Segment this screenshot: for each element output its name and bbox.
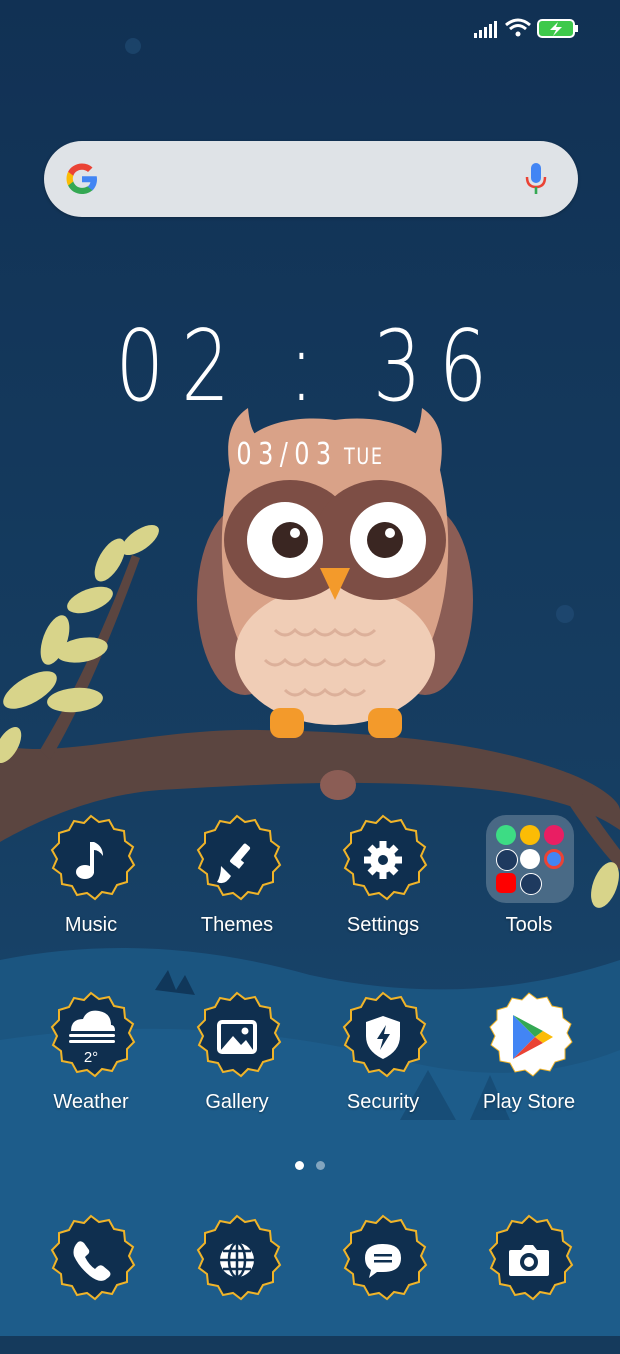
google-logo (66, 163, 97, 194)
app-security[interactable]: Security (310, 991, 456, 1131)
app-gallery[interactable]: Gallery (164, 991, 310, 1131)
app-play-store[interactable]: Play Store (456, 991, 602, 1131)
gallery-badge (197, 992, 281, 1077)
weather-badge (51, 992, 135, 1077)
security-badge (343, 992, 427, 1077)
battery-charging-icon (537, 19, 578, 38)
mic-icon[interactable] (524, 161, 548, 197)
app-label: Themes (200, 914, 274, 936)
app-themes[interactable]: Themes (164, 814, 310, 954)
app-label: Security (346, 1091, 420, 1113)
weather-temp: 2° (83, 1049, 99, 1066)
app-weather[interactable]: 2° Weather (18, 991, 164, 1131)
app-label: Tools (505, 914, 553, 936)
camera-badge (489, 1215, 573, 1300)
dock-phone[interactable] (18, 1214, 164, 1354)
messages-badge (343, 1215, 427, 1300)
date-value: 03/03 (236, 437, 338, 472)
app-label: Play Store (482, 1091, 576, 1113)
globe-icon (220, 1241, 254, 1279)
play-store-badge (489, 992, 573, 1077)
google-search-bar[interactable] (44, 141, 578, 217)
app-tools-folder[interactable]: Tools (456, 814, 602, 954)
browser-badge (197, 1215, 281, 1300)
app-settings[interactable]: Settings (310, 814, 456, 954)
signal-icon (474, 21, 497, 38)
clock-time[interactable]: 02 : 36 (68, 318, 552, 416)
music-badge (51, 815, 135, 900)
dock-camera[interactable] (456, 1214, 602, 1354)
dock-messages[interactable] (310, 1214, 456, 1354)
day-of-week: TUE (344, 445, 384, 470)
app-label: Weather (53, 1091, 129, 1113)
app-music[interactable]: Music (18, 814, 164, 954)
phone-badge (51, 1215, 135, 1300)
app-label: Settings (346, 914, 420, 936)
page-dot[interactable] (316, 1161, 325, 1170)
page-dot-active[interactable] (295, 1161, 304, 1170)
app-label: Gallery (205, 1091, 269, 1113)
status-bar (474, 18, 578, 38)
themes-badge (197, 815, 281, 900)
folder-icon (486, 815, 574, 903)
dock-browser[interactable] (164, 1214, 310, 1354)
settings-badge (343, 815, 427, 900)
wifi-icon (505, 18, 531, 37)
clock-date: 03/03 TUE (62, 440, 558, 470)
app-label: Music (64, 914, 118, 936)
